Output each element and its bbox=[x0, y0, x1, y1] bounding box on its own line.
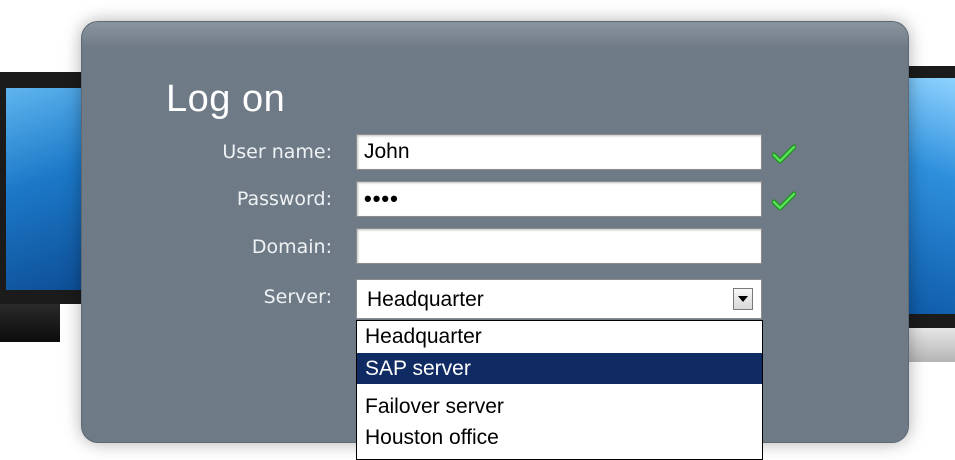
dialog-title: Log on bbox=[166, 78, 286, 120]
domain-input[interactable] bbox=[356, 228, 762, 264]
password-input[interactable] bbox=[356, 181, 762, 217]
server-option-headquarter[interactable]: Headquarter bbox=[357, 321, 762, 352]
server-label: Server: bbox=[263, 286, 332, 308]
password-label: Password: bbox=[236, 188, 332, 210]
chevron-down-icon bbox=[738, 296, 748, 302]
server-dropdown-button[interactable] bbox=[733, 288, 753, 310]
monitor-screen bbox=[901, 78, 955, 314]
username-label: User name: bbox=[222, 141, 332, 163]
checkmark-icon bbox=[772, 144, 796, 164]
server-option-houston-office[interactable]: Houston office bbox=[357, 422, 762, 453]
domain-label: Domain: bbox=[251, 236, 332, 258]
server-dropdown-list: Headquarter SAP server Failover server H… bbox=[356, 320, 763, 460]
server-selected-value: Headquarter bbox=[367, 288, 484, 311]
checkmark-icon bbox=[772, 191, 796, 211]
server-option-sap-server[interactable]: SAP server bbox=[357, 353, 762, 384]
monitor-stand bbox=[0, 304, 60, 342]
server-select[interactable]: Headquarter bbox=[356, 279, 762, 319]
username-input[interactable] bbox=[356, 134, 762, 170]
monitor-screen bbox=[6, 88, 90, 290]
background-monitor-left bbox=[0, 72, 90, 342]
server-option-failover-server[interactable]: Failover server bbox=[357, 391, 762, 422]
